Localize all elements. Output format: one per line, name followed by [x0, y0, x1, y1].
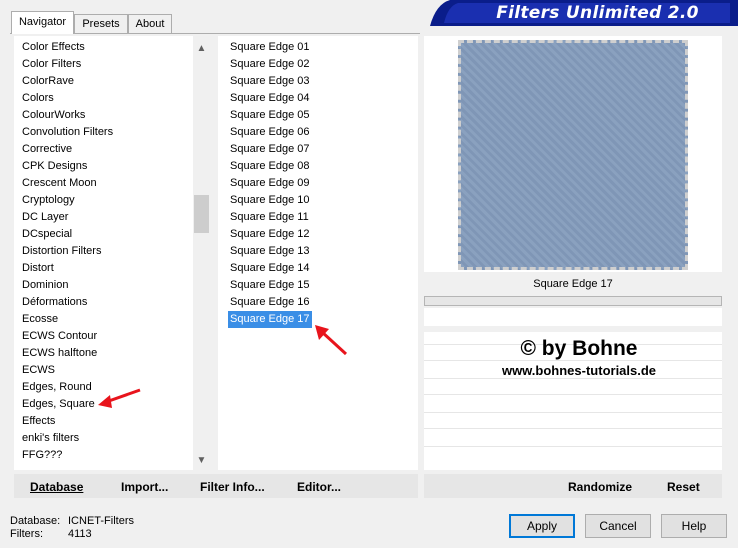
filter-item[interactable]: Square Edge 12 — [230, 226, 310, 243]
randomize-button[interactable]: Randomize — [568, 478, 632, 496]
filter-item[interactable]: Square Edge 08 — [230, 158, 310, 175]
filter-item[interactable]: Square Edge 10 — [230, 192, 310, 209]
category-item[interactable]: ColorRave — [22, 73, 74, 90]
preview-label: Square Edge 17 — [533, 278, 613, 290]
database-label: Database: — [10, 515, 61, 527]
filters-label: Filters: — [10, 528, 43, 540]
category-item[interactable]: DC Layer — [22, 209, 68, 226]
filter-item[interactable]: Square Edge 16 — [230, 294, 310, 311]
category-item[interactable]: Distortion Filters — [22, 243, 101, 260]
filter-list[interactable]: Square Edge 01 Square Edge 02 Square Edge … — [218, 36, 418, 470]
category-item[interactable]: Déformations — [22, 294, 87, 311]
category-item[interactable]: Crescent Moon — [22, 175, 97, 192]
filter-item-selected[interactable]: Square Edge 17 — [228, 311, 312, 328]
filter-item[interactable]: Square Edge 11 — [230, 209, 309, 226]
editor-button[interactable]: Editor... — [297, 478, 341, 496]
category-item[interactable]: Color Effects — [22, 39, 85, 56]
category-item[interactable]: ECWS halftone — [22, 345, 97, 362]
apply-button[interactable]: Apply — [509, 514, 575, 538]
filter-info-button[interactable]: Filter Info... — [200, 478, 265, 496]
help-button[interactable]: Help — [661, 514, 727, 538]
category-item[interactable]: enki's filters — [22, 430, 79, 447]
category-item[interactable]: Ecosse — [22, 311, 58, 328]
red-arrow-icon — [98, 388, 141, 408]
tab-presets[interactable]: Presets — [74, 14, 128, 33]
red-arrow-icon — [315, 325, 348, 356]
filter-item[interactable]: Square Edge 09 — [230, 175, 310, 192]
category-item[interactable]: ECWS Contour — [22, 328, 97, 345]
filters-count: 4113 — [68, 528, 92, 540]
category-item[interactable]: Colors — [22, 90, 54, 107]
preview-image — [458, 40, 688, 270]
filter-item[interactable]: Square Edge 13 — [230, 243, 310, 260]
category-item[interactable]: Color Filters — [22, 56, 81, 73]
app-title: Filters Unlimited 2.0 — [496, 3, 699, 23]
category-item[interactable]: CPK Designs — [22, 158, 87, 175]
filter-item[interactable]: Square Edge 14 — [230, 260, 310, 277]
database-button[interactable]: Database — [30, 478, 83, 496]
category-item[interactable]: Distort — [22, 260, 54, 277]
category-item[interactable]: ECWS — [22, 362, 55, 379]
tab-navigator[interactable]: Navigator — [11, 11, 74, 34]
tab-about[interactable]: About — [128, 14, 172, 33]
category-scrollbar[interactable] — [193, 36, 210, 470]
category-item[interactable]: Dominion — [22, 277, 68, 294]
filter-item[interactable]: Square Edge 06 — [230, 124, 310, 141]
watermark-title: © by Bohne — [520, 337, 638, 360]
database-value: ICNET-Filters — [68, 515, 134, 527]
category-item[interactable]: ColourWorks — [22, 107, 85, 124]
import-button[interactable]: Import... — [121, 478, 168, 496]
preview-progress-bar — [424, 296, 722, 306]
filter-item[interactable]: Square Edge 05 — [230, 107, 310, 124]
reset-button[interactable]: Reset — [667, 478, 700, 496]
filter-item[interactable]: Square Edge 04 — [230, 90, 310, 107]
filter-item[interactable]: Square Edge 01 — [230, 39, 310, 56]
filter-item[interactable]: Square Edge 15 — [230, 277, 310, 294]
filter-item[interactable]: Square Edge 07 — [230, 141, 310, 158]
category-item[interactable]: Effects — [22, 413, 55, 430]
filter-item[interactable]: Square Edge 02 — [230, 56, 310, 73]
category-item[interactable]: Edges, Round — [22, 379, 92, 396]
category-item[interactable]: Convolution Filters — [22, 124, 113, 141]
scroll-down-icon[interactable]: ▼ — [193, 452, 210, 469]
category-item[interactable]: Cryptology — [22, 192, 75, 209]
category-item[interactable]: FFG??? — [22, 447, 62, 464]
watermark-url: www.bohnes-tutorials.de — [501, 363, 657, 378]
filter-item[interactable]: Square Edge 03 — [230, 73, 310, 90]
scrollbar-thumb[interactable] — [194, 195, 209, 233]
category-item[interactable]: Edges, Square — [22, 396, 95, 413]
category-item[interactable]: DCspecial — [22, 226, 72, 243]
category-item[interactable]: Corrective — [22, 141, 72, 158]
scroll-up-icon[interactable]: ▲ — [193, 40, 210, 57]
preview-info-strip — [424, 308, 722, 326]
cancel-button[interactable]: Cancel — [585, 514, 651, 538]
